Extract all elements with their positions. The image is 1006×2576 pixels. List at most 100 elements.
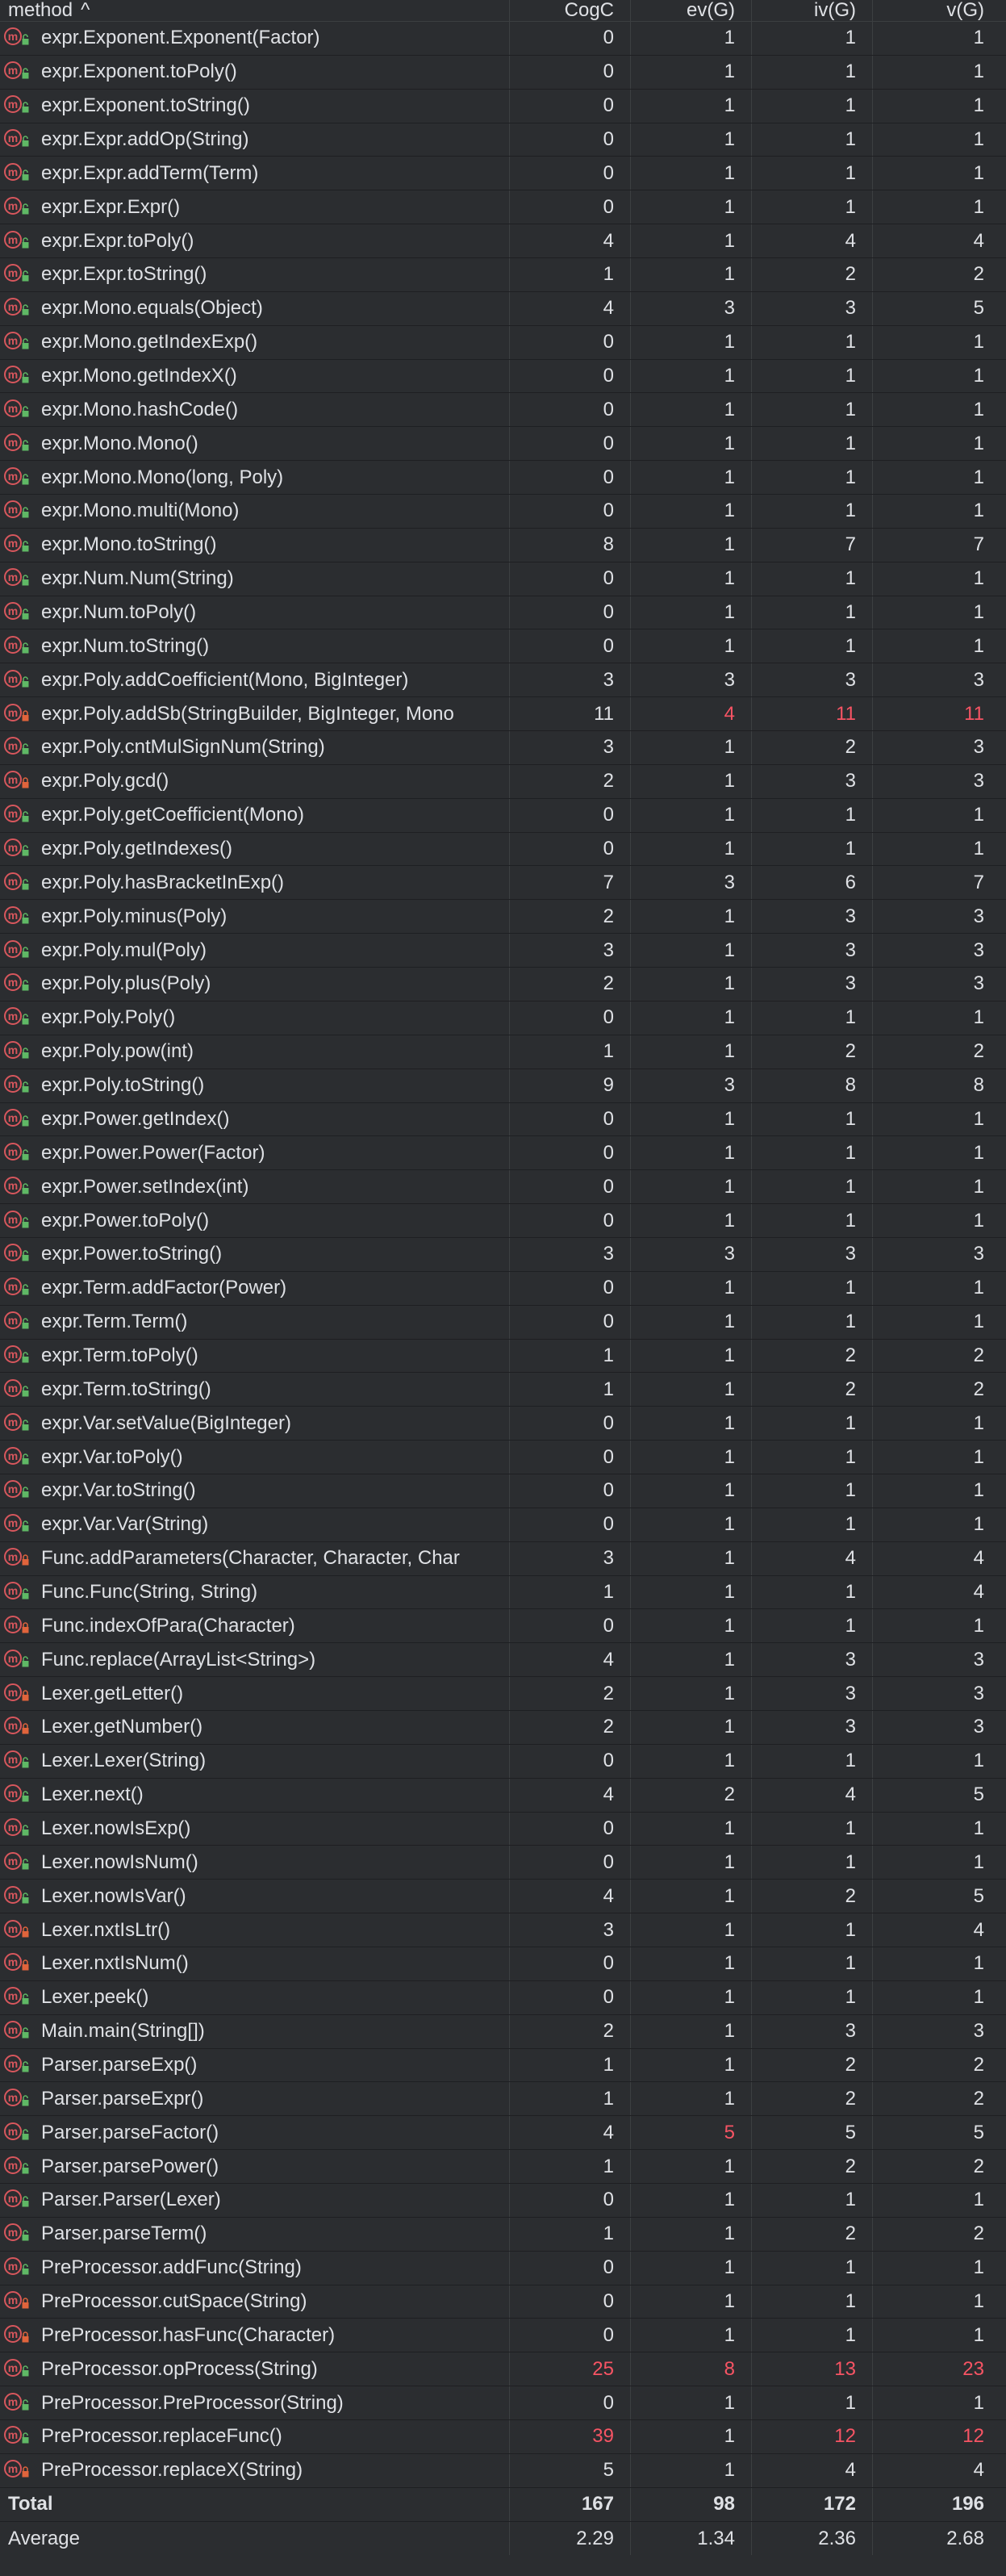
method-name: expr.Term.Term() bbox=[41, 1311, 188, 1333]
table-row[interactable]: m expr.Power.getIndex() 0 1 1 1 bbox=[0, 1102, 1006, 1137]
column-header-vg[interactable]: v(G) bbox=[873, 0, 1002, 21]
table-row[interactable]: m expr.Expr.Expr() 0 1 1 1 bbox=[0, 190, 1006, 225]
table-row[interactable]: m expr.Term.Term() 0 1 1 1 bbox=[0, 1305, 1006, 1340]
table-row[interactable]: m expr.Mono.equals(Object) 4 3 3 5 bbox=[0, 291, 1006, 326]
method-cell: m Func.Func(String, String) bbox=[0, 1575, 510, 1609]
table-row[interactable]: m expr.Term.toString() 1 1 2 2 bbox=[0, 1373, 1006, 1407]
table-row[interactable]: m PreProcessor.PreProcessor(String) 0 1 1 1 bbox=[0, 2386, 1006, 2421]
table-row[interactable]: m expr.Expr.toString() 1 1 2 2 bbox=[0, 258, 1006, 292]
public-unlock-icon bbox=[22, 642, 29, 654]
table-row[interactable]: m expr.Var.toString() 0 1 1 1 bbox=[0, 1474, 1006, 1508]
table-row[interactable]: m Lexer.getNumber() 2 1 3 3 bbox=[0, 1710, 1006, 1745]
table-row[interactable]: m expr.Poly.addCoefficient(Mono, BigInteg… bbox=[0, 663, 1006, 698]
metric-cogc: 0 bbox=[510, 325, 631, 359]
metric-cogc: 5 bbox=[510, 2453, 631, 2487]
table-row[interactable]: m expr.Mono.Mono() 0 1 1 1 bbox=[0, 427, 1006, 462]
table-row[interactable]: m Parser.parsePower() 1 1 2 2 bbox=[0, 2150, 1006, 2184]
table-row[interactable]: m expr.Poly.minus(Poly) 2 1 3 3 bbox=[0, 900, 1006, 935]
metric-ivg: 2 bbox=[752, 2150, 873, 2183]
table-row[interactable]: m expr.Mono.toString() 8 1 7 7 bbox=[0, 528, 1006, 562]
sort-ascending-icon[interactable]: ^ bbox=[81, 0, 90, 21]
table-row[interactable]: m PreProcessor.cutSpace(String) 0 1 1 1 bbox=[0, 2285, 1006, 2319]
table-row[interactable]: m expr.Poly.mul(Poly) 3 1 3 3 bbox=[0, 934, 1006, 968]
table-row[interactable]: m Func.addParameters(Character, Character… bbox=[0, 1541, 1006, 1576]
metric-cogc: 0 bbox=[510, 1980, 631, 2014]
table-row[interactable]: m expr.Term.toPoly() 1 1 2 2 bbox=[0, 1339, 1006, 1374]
table-row[interactable]: m PreProcessor.replaceFunc() 39 1 12 12 bbox=[0, 2420, 1006, 2454]
method-icon: m bbox=[4, 803, 29, 827]
table-row[interactable]: m expr.Var.Var(String) 0 1 1 1 bbox=[0, 1508, 1006, 1542]
table-row[interactable]: m Func.Func(String, String) 1 1 1 4 bbox=[0, 1575, 1006, 1610]
table-row[interactable]: m Parser.Parser(Lexer) 0 1 1 1 bbox=[0, 2184, 1006, 2218]
table-row[interactable]: m expr.Num.Num(String) 0 1 1 1 bbox=[0, 562, 1006, 596]
metric-evg: 1 bbox=[631, 22, 752, 55]
method-icon: m bbox=[4, 567, 29, 591]
table-row[interactable]: m PreProcessor.addFunc(String) 0 1 1 1 bbox=[0, 2251, 1006, 2285]
table-row[interactable]: m expr.Exponent.toPoly() 0 1 1 1 bbox=[0, 55, 1006, 90]
table-row[interactable]: m expr.Exponent.toString() 0 1 1 1 bbox=[0, 89, 1006, 123]
table-row[interactable]: m Lexer.nowIsExp() 0 1 1 1 bbox=[0, 1812, 1006, 1846]
table-row[interactable]: m expr.Poly.pow(int) 1 1 2 2 bbox=[0, 1035, 1006, 1069]
table-row[interactable]: m expr.Mono.getIndexExp() 0 1 1 1 bbox=[0, 325, 1006, 360]
table-row[interactable]: m Parser.parseExp() 1 1 2 2 bbox=[0, 2048, 1006, 2083]
table-row[interactable]: m expr.Poly.toString() 9 3 8 8 bbox=[0, 1068, 1006, 1103]
table-row[interactable]: m Func.indexOfPara(Character) 0 1 1 1 bbox=[0, 1609, 1006, 1644]
table-row[interactable]: m Lexer.peek() 0 1 1 1 bbox=[0, 1980, 1006, 2015]
table-row[interactable]: m expr.Exponent.Exponent(Factor) 0 1 1 1 bbox=[0, 22, 1006, 56]
table-row[interactable]: m expr.Term.addFactor(Power) 0 1 1 1 bbox=[0, 1271, 1006, 1306]
table-row[interactable]: m expr.Poly.Poly() 0 1 1 1 bbox=[0, 1001, 1006, 1035]
public-unlock-icon bbox=[22, 2027, 29, 2039]
metric-evg: 1 bbox=[631, 2184, 752, 2217]
table-row[interactable]: m PreProcessor.opProcess(String) 25 8 13 23 bbox=[0, 2352, 1006, 2387]
table-row[interactable]: m Lexer.nxtIsLtr() 3 1 1 4 bbox=[0, 1913, 1006, 1947]
method-glyph-icon: m bbox=[4, 805, 22, 823]
metric-vg: 1 bbox=[973, 432, 984, 454]
table-row[interactable]: m Parser.parseTerm() 1 1 2 2 bbox=[0, 2217, 1006, 2252]
table-row[interactable]: m expr.Mono.Mono(long, Poly) 0 1 1 1 bbox=[0, 461, 1006, 496]
table-row[interactable]: m Lexer.getLetter() 2 1 3 3 bbox=[0, 1677, 1006, 1711]
table-row[interactable]: m expr.Num.toPoly() 0 1 1 1 bbox=[0, 596, 1006, 630]
table-row[interactable]: m expr.Poly.gcd() 2 1 3 3 bbox=[0, 764, 1006, 799]
table-row[interactable]: m expr.Var.setValue(BigInteger) 0 1 1 1 bbox=[0, 1407, 1006, 1441]
table-row[interactable]: m expr.Power.setIndex(int) 0 1 1 1 bbox=[0, 1170, 1006, 1205]
table-row[interactable]: m expr.Mono.multi(Mono) 0 1 1 1 bbox=[0, 495, 1006, 529]
table-row[interactable]: m Lexer.Lexer(String) 0 1 1 1 bbox=[0, 1744, 1006, 1779]
table-row[interactable]: m expr.Power.toString() 3 3 3 3 bbox=[0, 1237, 1006, 1272]
method-icon: m bbox=[4, 1682, 29, 1706]
table-row[interactable]: m expr.Mono.hashCode() 0 1 1 1 bbox=[0, 393, 1006, 428]
table-row[interactable]: m Lexer.next() 4 2 4 5 bbox=[0, 1778, 1006, 1813]
column-header-method[interactable]: method ^ bbox=[0, 0, 510, 21]
table-row[interactable]: m expr.Mono.getIndexX() 0 1 1 1 bbox=[0, 359, 1006, 394]
table-row[interactable]: m expr.Poly.getIndexes() 0 1 1 1 bbox=[0, 832, 1006, 867]
table-row[interactable]: m Lexer.nowIsVar() 4 1 2 5 bbox=[0, 1880, 1006, 1914]
column-header-cogc[interactable]: CogC bbox=[510, 0, 631, 21]
table-row[interactable]: m expr.Poly.plus(Poly) 2 1 3 3 bbox=[0, 968, 1006, 1002]
table-row[interactable]: m expr.Poly.hasBracketInExp() 7 3 6 7 bbox=[0, 866, 1006, 901]
table-row[interactable]: m expr.Var.toPoly() 0 1 1 1 bbox=[0, 1441, 1006, 1474]
column-header-ivg[interactable]: iv(G) bbox=[752, 0, 873, 21]
table-row[interactable]: m expr.Power.Power(Factor) 0 1 1 1 bbox=[0, 1136, 1006, 1171]
public-unlock-icon bbox=[22, 1757, 29, 1768]
column-header-evg[interactable]: ev(G) bbox=[631, 0, 752, 21]
method-name: Lexer.next() bbox=[41, 1784, 144, 1806]
table-row[interactable]: m expr.Expr.addTerm(Term) 0 1 1 1 bbox=[0, 157, 1006, 191]
table-row[interactable]: m expr.Expr.toPoly() 4 1 4 4 bbox=[0, 224, 1006, 259]
table-row[interactable]: m expr.Power.toPoly() 0 1 1 1 bbox=[0, 1204, 1006, 1238]
table-row[interactable]: m Parser.parseExpr() 1 1 2 2 bbox=[0, 2082, 1006, 2117]
table-row[interactable]: m Lexer.nowIsNum() 0 1 1 1 bbox=[0, 1846, 1006, 1880]
table-row[interactable]: m expr.Poly.cntMulSignNum(String) 3 1 2 3 bbox=[0, 731, 1006, 765]
table-row[interactable]: m PreProcessor.hasFunc(Character) 0 1 1 1 bbox=[0, 2319, 1006, 2353]
table-row[interactable]: m Parser.parseFactor() 4 5 5 5 bbox=[0, 2116, 1006, 2151]
table-row[interactable]: m Main.main(String[]) 2 1 3 3 bbox=[0, 2014, 1006, 2049]
method-icon: m bbox=[4, 262, 29, 286]
table-row[interactable]: m expr.Poly.getCoefficient(Mono) 0 1 1 1 bbox=[0, 798, 1006, 833]
table-row[interactable]: m expr.Expr.addOp(String) 0 1 1 1 bbox=[0, 123, 1006, 157]
metric-cogc: 25 bbox=[510, 2352, 631, 2386]
private-lock-icon bbox=[22, 1554, 29, 1566]
table-row[interactable]: m expr.Num.toString() 0 1 1 1 bbox=[0, 629, 1006, 664]
table-row[interactable]: m Func.replace(ArrayList<String>) 4 1 3 3 bbox=[0, 1643, 1006, 1678]
table-row[interactable]: m Lexer.nxtIsNum() 0 1 1 1 bbox=[0, 1947, 1006, 1981]
method-cell: m Lexer.nowIsNum() bbox=[0, 1846, 510, 1880]
table-row[interactable]: m PreProcessor.replaceX(String) 5 1 4 4 bbox=[0, 2453, 1006, 2488]
table-row[interactable]: m expr.Poly.addSb(StringBuilder, BigInteg… bbox=[0, 697, 1006, 732]
